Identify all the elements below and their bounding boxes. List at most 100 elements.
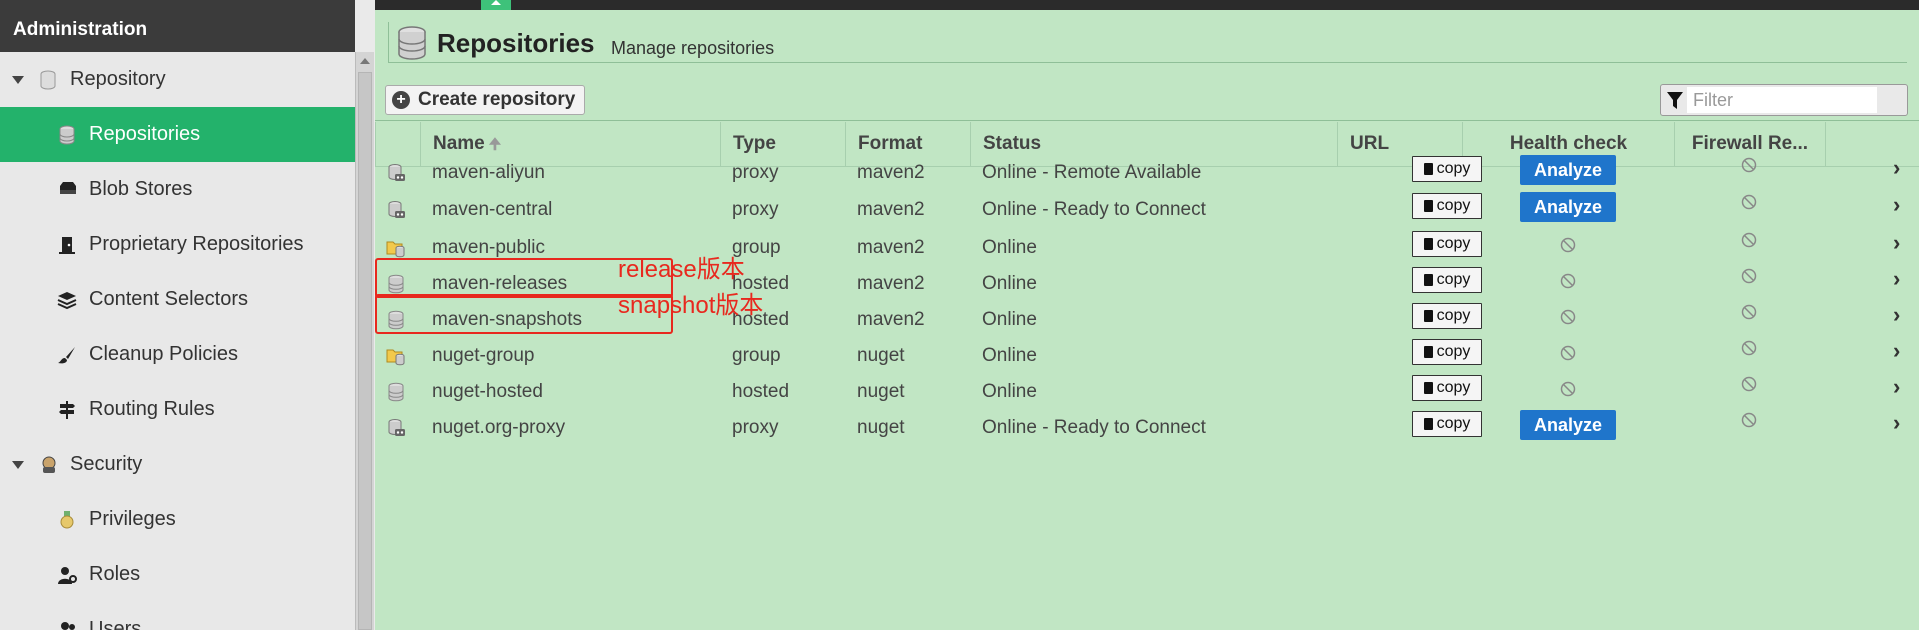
- clipboard-icon: [1423, 382, 1433, 394]
- clipboard-icon: [1423, 346, 1433, 358]
- sidebar-item-label: Users: [89, 618, 142, 630]
- filter-icon: [1667, 92, 1683, 109]
- repo-hosted-icon: [386, 382, 406, 407]
- analyze-button[interactable]: Analyze: [1520, 192, 1616, 222]
- copy-label: copy: [1436, 235, 1471, 252]
- scrollbar-thumb[interactable]: [358, 72, 372, 630]
- firewall-unavailable-icon: [1741, 157, 1757, 173]
- repo-name: nuget.org-proxy: [432, 417, 566, 438]
- sidebar-item-content-selectors[interactable]: Content Selectors: [0, 272, 355, 327]
- copy-label: copy: [1436, 160, 1471, 177]
- sidebar-item-privileges[interactable]: Privileges: [0, 492, 355, 547]
- layers-icon: [57, 290, 77, 310]
- page-title: Repositories: [437, 28, 595, 58]
- sidebar-header: Administration: [0, 0, 355, 52]
- health-check-unavailable-icon: [1560, 345, 1576, 361]
- sidebar-item-security[interactable]: Security: [0, 437, 355, 492]
- page-subtitle: Manage repositories: [611, 38, 775, 58]
- sidebar-item-label: Content Selectors: [89, 288, 248, 310]
- security-icon: [38, 455, 58, 475]
- sidebar-scrollbar[interactable]: [355, 52, 374, 630]
- sidebar-item-label: Routing Rules: [89, 398, 215, 420]
- top-bar: [375, 0, 1919, 10]
- copy-url-button[interactable]: copy: [1412, 267, 1482, 293]
- plus-circle-icon: +: [392, 91, 410, 109]
- sidebar-item-label: Proprietary Repositories: [89, 233, 304, 255]
- analyze-button[interactable]: Analyze: [1520, 155, 1616, 185]
- roles-icon: [57, 565, 77, 585]
- health-check-unavailable-icon: [1560, 237, 1576, 253]
- repo-group-icon: [386, 346, 406, 371]
- clipboard-icon: [1423, 238, 1433, 250]
- sidebar-item-label: Repositories: [89, 123, 201, 145]
- annotation-label: release版本: [618, 256, 745, 283]
- blob-store-icon: [57, 180, 77, 200]
- copy-url-button[interactable]: copy: [1412, 411, 1482, 437]
- sidebar-item-blob-stores[interactable]: Blob Stores: [0, 162, 355, 217]
- toolbar-divider: [375, 120, 1919, 121]
- expand-triangle-icon[interactable]: [12, 75, 24, 84]
- copy-url-button[interactable]: copy: [1412, 375, 1482, 401]
- repo-type: proxy: [732, 417, 779, 438]
- clipboard-icon: [1423, 163, 1433, 175]
- firewall-unavailable-icon: [1741, 194, 1757, 210]
- copy-label: copy: [1436, 271, 1471, 288]
- copy-label: copy: [1436, 343, 1471, 360]
- copy-url-button[interactable]: copy: [1412, 156, 1482, 182]
- active-tab-indicator: [481, 0, 511, 10]
- sidebar-item-roles[interactable]: Roles: [0, 547, 355, 602]
- database-icon: [57, 125, 77, 145]
- analyze-button[interactable]: Analyze: [1520, 410, 1616, 440]
- firewall-unavailable-icon: [1741, 412, 1757, 428]
- page-header: Repositories Manage repositories: [388, 22, 1907, 63]
- table-row[interactable]: nuget.org-proxy proxy nuget Online - Ready …: [375, 406, 1919, 450]
- sidebar-item-label: Repository: [70, 68, 166, 90]
- repo-status: Online - Ready to Connect: [982, 417, 1206, 438]
- scroll-up-arrow-icon[interactable]: [360, 58, 370, 64]
- sidebar-item-label: Privileges: [89, 508, 176, 530]
- firewall-unavailable-icon: [1741, 232, 1757, 248]
- firewall-unavailable-icon: [1741, 340, 1757, 356]
- medal-icon: [57, 510, 77, 530]
- create-repository-button[interactable]: + Create repository: [385, 85, 585, 115]
- clipboard-icon: [1423, 200, 1433, 212]
- copy-url-button[interactable]: copy: [1412, 339, 1482, 365]
- firewall-unavailable-icon: [1741, 304, 1757, 320]
- expand-triangle-icon[interactable]: [12, 460, 24, 469]
- sidebar-item-proprietary-repositories[interactable]: Proprietary Repositories: [0, 217, 355, 272]
- signpost-icon: [57, 400, 77, 420]
- sidebar-item-label: Roles: [89, 563, 141, 585]
- sidebar: Administration Repository Repositories Blo…: [0, 0, 355, 630]
- filter-input[interactable]: [1687, 87, 1877, 113]
- repo-proxy-icon: [386, 200, 406, 225]
- repo-proxy-icon: [386, 418, 406, 443]
- sidebar-item-label: Blob Stores: [89, 178, 193, 200]
- health-check-unavailable-icon: [1560, 309, 1576, 325]
- sidebar-item-users[interactable]: Users: [0, 602, 355, 630]
- sidebar-item-cleanup-policies[interactable]: Cleanup Policies: [0, 327, 355, 382]
- repo-format: nuget: [857, 417, 905, 438]
- firewall-unavailable-icon: [1741, 376, 1757, 392]
- sidebar-item-routing-rules[interactable]: Routing Rules: [0, 382, 355, 437]
- chevron-right-icon[interactable]: ›: [1893, 401, 1900, 445]
- clipboard-icon: [1423, 274, 1433, 286]
- health-check-unavailable-icon: [1560, 381, 1576, 397]
- copy-url-button[interactable]: copy: [1412, 231, 1482, 257]
- clipboard-icon: [1423, 310, 1433, 322]
- clipboard-icon: [1423, 418, 1433, 430]
- annotation-label: snapshot版本: [618, 292, 764, 319]
- sidebar-item-repository[interactable]: Repository: [0, 52, 355, 107]
- sidebar-nav: Repository Repositories Blob Stores Proprie…: [0, 52, 355, 630]
- users-icon: [57, 620, 77, 630]
- copy-url-button[interactable]: copy: [1412, 303, 1482, 329]
- copy-url-button[interactable]: copy: [1412, 193, 1482, 219]
- proprietary-icon: [57, 235, 77, 255]
- copy-label: copy: [1436, 415, 1471, 432]
- sidebar-item-repositories[interactable]: Repositories: [0, 107, 355, 162]
- copy-label: copy: [1436, 307, 1471, 324]
- sidebar-item-label: Security: [70, 453, 143, 475]
- filter-box: [1660, 84, 1908, 116]
- brush-icon: [57, 345, 77, 365]
- main-panel: Repositories Manage repositories + Creat…: [375, 10, 1919, 630]
- repo-proxy-icon: [386, 163, 406, 188]
